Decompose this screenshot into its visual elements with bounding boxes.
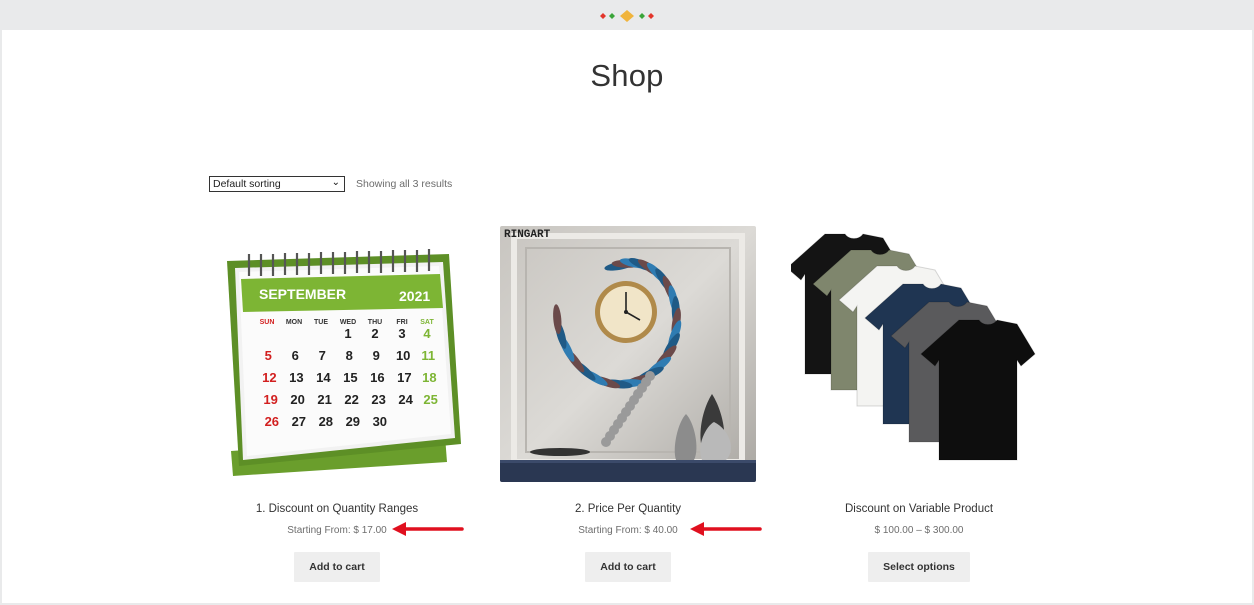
add-to-cart-button[interactable]: Add to cart <box>294 552 380 582</box>
calendar-date: 16 <box>370 370 384 385</box>
product-name[interactable]: 1. Discount on Quantity Ranges <box>209 503 465 517</box>
sorting-select-value: Default sorting <box>213 178 281 190</box>
add-to-cart-button[interactable]: Add to cart <box>585 552 671 582</box>
calendar-date: 29 <box>346 414 360 429</box>
calendar-date: 7 <box>319 348 326 363</box>
product-price: $ 100.00 – $ 300.00 <box>874 525 964 536</box>
calendar-date: 4 <box>423 326 431 341</box>
calendar-day-header: WED <box>340 319 356 326</box>
calendar-day-header: FRI <box>396 319 407 326</box>
product-card: Discount on Variable Product $ 100.00 – … <box>791 226 1047 582</box>
tshirts-image[interactable] <box>791 226 1047 482</box>
calendar-date: 14 <box>316 370 331 385</box>
calendar-date: 19 <box>263 392 277 407</box>
calendar-illustration: SEPTEMBER 2021 SUN MON TUE WED THU FRI SAT1 2 3 4… <box>209 226 465 482</box>
site-header <box>0 0 1254 30</box>
calendar-date: 6 <box>292 348 299 363</box>
tshirts-illustration <box>791 226 1047 482</box>
calendar-date: 30 <box>373 414 387 429</box>
sorting-select[interactable]: Default sorting ⌄ <box>209 176 345 192</box>
clock-tail-bead <box>601 437 611 447</box>
calendar-date: 28 <box>319 414 333 429</box>
page-title: Shop <box>590 58 664 93</box>
calendar-date: 2 <box>371 326 378 341</box>
red-arrow-icon <box>392 522 464 536</box>
calendar-date: 24 <box>398 392 413 407</box>
calendar-date: 8 <box>346 348 353 363</box>
calendar-date: 21 <box>317 392 331 407</box>
calendar-date: 18 <box>422 370 436 385</box>
calendar-date: 22 <box>344 392 358 407</box>
calendar-day-header: TUE <box>314 319 328 326</box>
calendar-date: 9 <box>373 348 380 363</box>
product-name[interactable]: 2. Price Per Quantity <box>500 503 756 517</box>
chevron-down-icon: ⌄ <box>331 177 340 188</box>
calendar-date: 25 <box>423 392 437 407</box>
image-watermark: RINGART <box>504 229 551 241</box>
calendar-date: 20 <box>290 392 304 407</box>
calendar-date: 1 <box>344 326 351 341</box>
calendar-day-header: SUN <box>260 319 275 326</box>
shop-page: Shop Default sorting ⌄ Showing all 3 res… <box>2 30 1252 603</box>
calendar-day-header: SAT <box>420 319 434 326</box>
calendar-day-header: MON <box>286 319 302 326</box>
product-name[interactable]: Discount on Variable Product <box>791 503 1047 517</box>
calendar-date: 26 <box>265 414 279 429</box>
calendar-date: 27 <box>292 414 306 429</box>
calendar-month: SEPTEMBER <box>259 286 346 302</box>
wall-clock-illustration: RINGART <box>500 226 756 482</box>
calendar-date: 5 <box>265 348 272 363</box>
result-count: Showing all 3 results <box>356 178 453 190</box>
calendar-date: 10 <box>396 348 410 363</box>
calendar-date: 11 <box>421 348 435 363</box>
calendar-date: 17 <box>397 370 411 385</box>
calendar-image[interactable]: SEPTEMBER 2021 SUN MON TUE WED THU FRI SAT 1 2 3 4… <box>209 226 465 482</box>
select-options-button[interactable]: Select options <box>868 552 970 582</box>
calendar-date: 13 <box>289 370 303 385</box>
site-logo-icon[interactable] <box>597 10 657 22</box>
wall-clock-image[interactable]: RINGART <box>500 226 756 482</box>
calendar-day-header: THU <box>368 319 382 326</box>
red-arrow-icon <box>690 522 762 536</box>
calendar-date: 12 <box>262 370 276 385</box>
calendar-date: 15 <box>343 370 357 385</box>
calendar-date: 3 <box>398 326 405 341</box>
calendar-date: 23 <box>371 392 385 407</box>
calendar-year: 2021 <box>399 288 430 304</box>
